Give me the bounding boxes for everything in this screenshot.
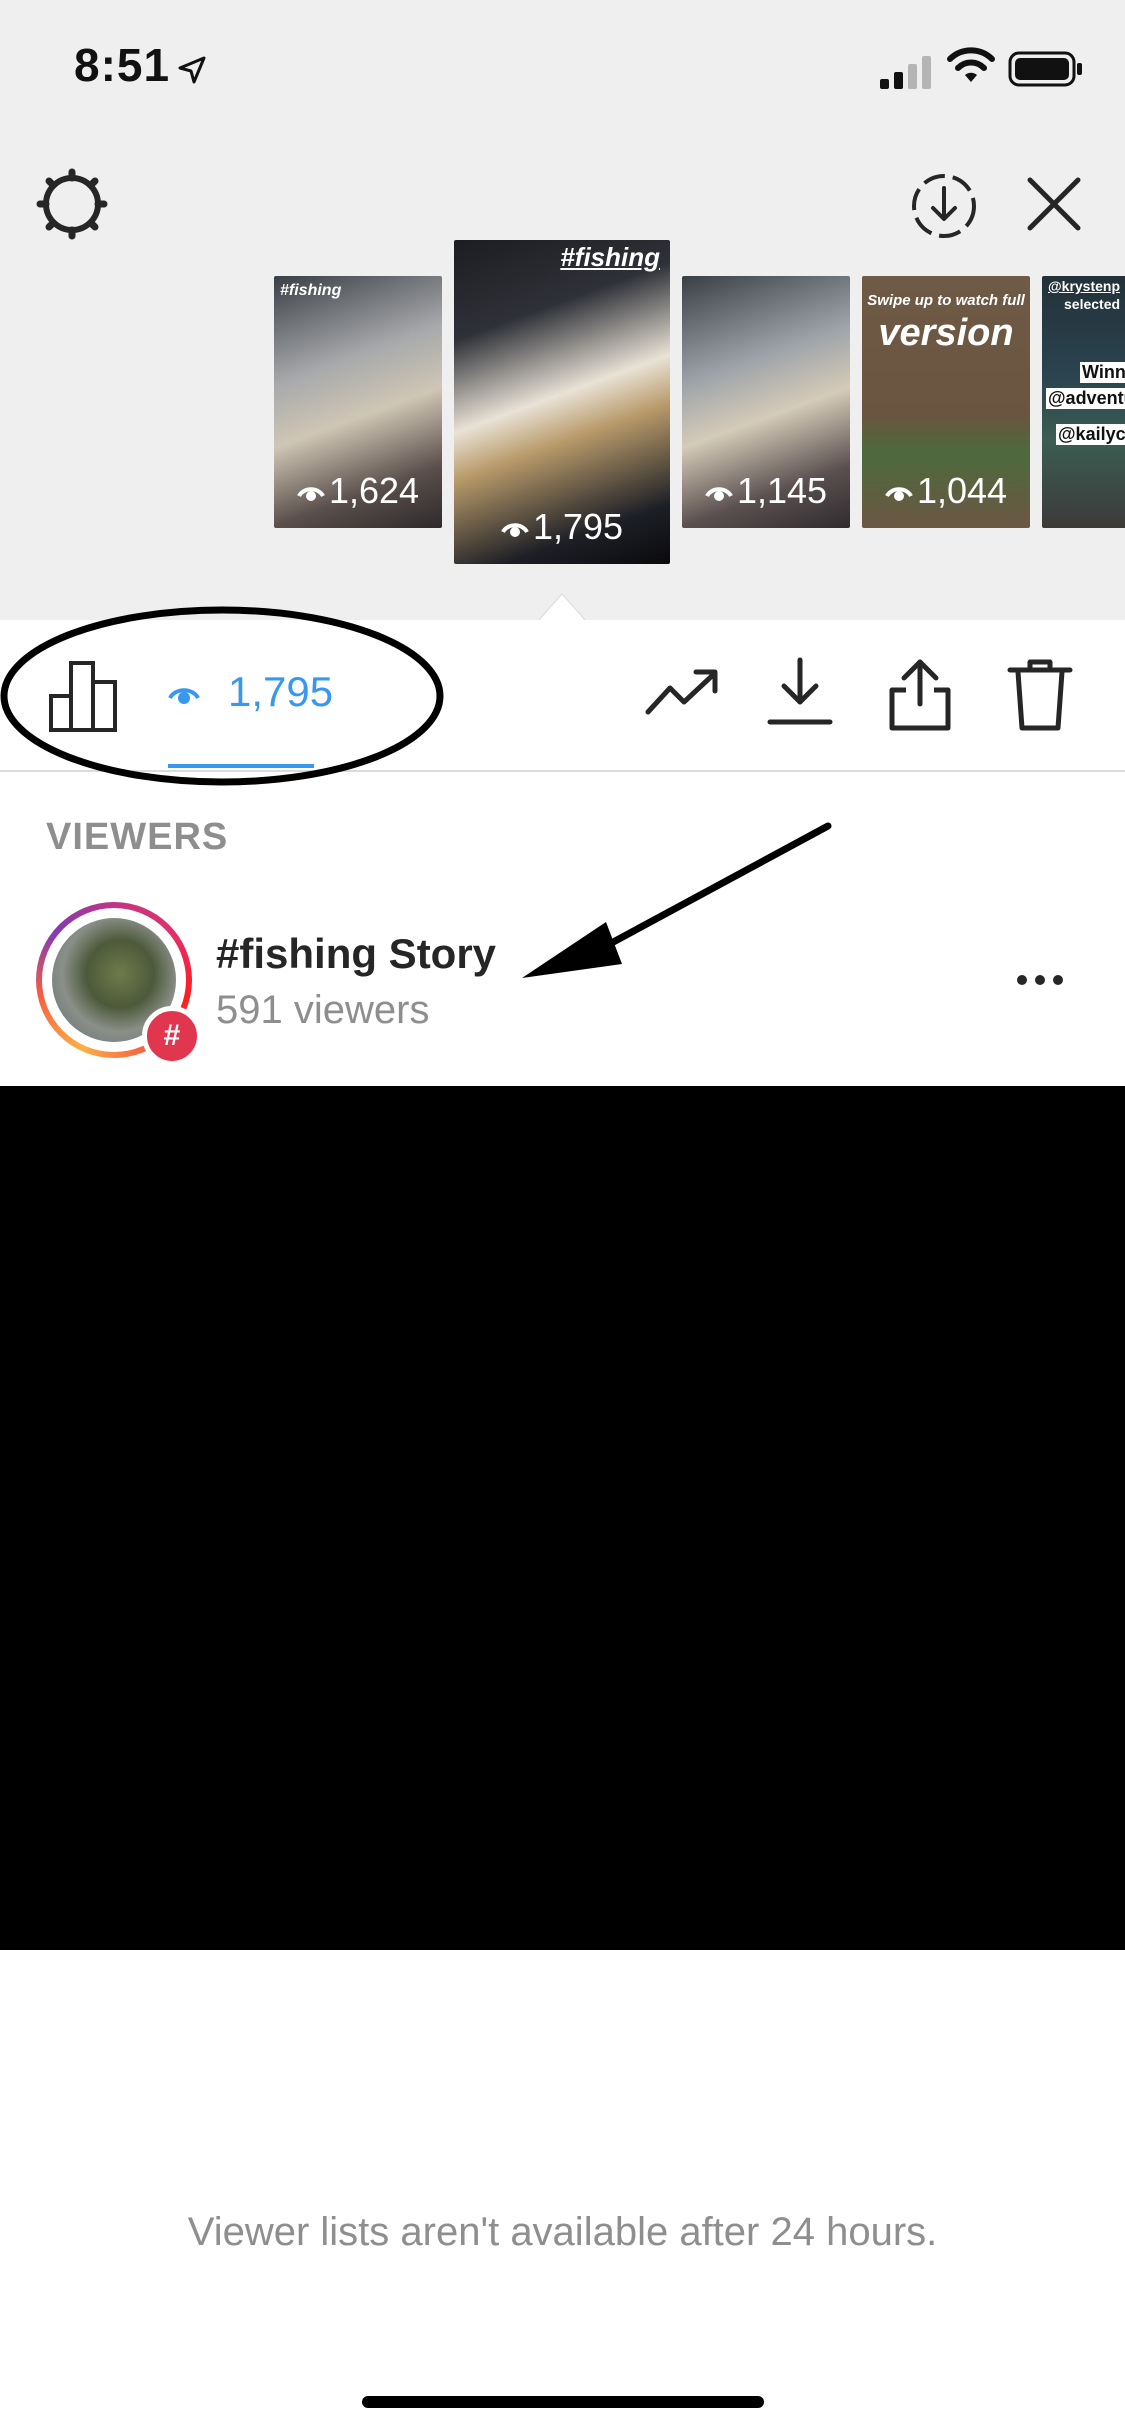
thumbnail-views: 1,044 bbox=[862, 470, 1030, 512]
hashtag-badge: # bbox=[142, 1006, 202, 1066]
viewers-header: VIEWERS bbox=[46, 816, 229, 858]
thumbnail-text: selected bbox=[1064, 296, 1121, 312]
viewer-row-title[interactable]: #fishing Story bbox=[216, 930, 496, 978]
eye-icon bbox=[297, 487, 325, 502]
thumbnail-views-count: 1,795 bbox=[532, 506, 624, 547]
thumbnail-caption-line1: Swipe up to watch full bbox=[867, 292, 1025, 309]
more-options-icon[interactable] bbox=[1016, 970, 1064, 990]
story-thumbnail-3[interactable]: 1,145 bbox=[682, 276, 850, 528]
eye-icon bbox=[705, 487, 733, 502]
thumbnail-text: @adventu bbox=[1046, 388, 1125, 409]
thumbnail-caption-line2: version bbox=[878, 312, 1014, 354]
thumbnail-text: Winne bbox=[1080, 362, 1125, 383]
location-arrow-icon bbox=[178, 56, 206, 84]
cellular-signal-icon bbox=[880, 56, 931, 89]
thumbnail-views: 1,624 bbox=[274, 470, 442, 512]
close-icon[interactable] bbox=[1022, 172, 1086, 236]
redacted-area bbox=[0, 1086, 1125, 1950]
wifi-icon bbox=[947, 47, 995, 82]
story-thumbnail-2-selected[interactable]: #fishing 1,795 bbox=[454, 240, 670, 564]
thumbnail-views-count: 1,145 bbox=[736, 470, 828, 511]
viewer-row-subtitle: 591 viewers bbox=[216, 988, 430, 1032]
annotation-circle bbox=[0, 606, 444, 786]
thumbnail-views-count: 1,624 bbox=[328, 470, 420, 511]
share-icon[interactable] bbox=[886, 656, 954, 732]
battery-icon bbox=[1008, 51, 1082, 87]
status-time: 8:51 bbox=[74, 39, 171, 91]
thumbnail-views: 1,795 bbox=[454, 506, 670, 548]
trend-insights-icon[interactable] bbox=[644, 664, 720, 720]
download-circle-icon[interactable] bbox=[908, 170, 980, 242]
thumbnail-views-count: 1,044 bbox=[916, 470, 1008, 511]
selection-pointer bbox=[538, 593, 586, 622]
eye-icon bbox=[501, 523, 529, 538]
eye-icon bbox=[885, 487, 913, 502]
thumbnail-tag: #fishing bbox=[560, 242, 660, 272]
annotation-arrow bbox=[522, 822, 832, 978]
settings-gear-icon[interactable] bbox=[36, 168, 108, 240]
home-indicator[interactable] bbox=[362, 2396, 764, 2408]
thumbnail-text: @kailyca bbox=[1056, 424, 1125, 445]
thumbnail-tag: #fishing bbox=[280, 282, 342, 299]
story-thumbnail-4[interactable]: Swipe up to watch full version 1,044 bbox=[862, 276, 1030, 528]
story-thumbnail-5[interactable]: @krystenp selected Winne @adventu @kaily… bbox=[1042, 276, 1125, 528]
save-download-icon[interactable] bbox=[766, 656, 834, 728]
trash-icon[interactable] bbox=[1006, 656, 1074, 732]
story-thumbnail-1[interactable]: #fishing 1,624 bbox=[274, 276, 442, 528]
thumbnail-views: 1,145 bbox=[682, 470, 850, 512]
viewer-list-note: Viewer lists aren't available after 24 h… bbox=[187, 2210, 938, 2254]
thumbnail-tag: @krystenp bbox=[1048, 278, 1121, 294]
